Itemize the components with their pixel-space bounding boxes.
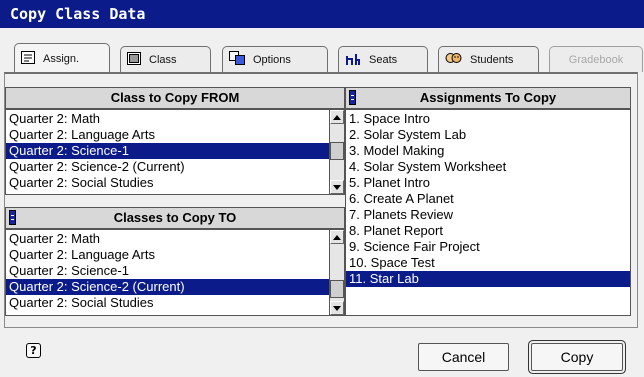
- arrow-up-icon: [333, 114, 341, 120]
- copy-to-list[interactable]: Quarter 2: Math Quarter 2: Language Arts…: [5, 229, 345, 316]
- copy-from-list[interactable]: Quarter 2: Math Quarter 2: Language Arts…: [5, 109, 345, 195]
- list-item[interactable]: 6. Create A Planet: [346, 191, 630, 207]
- help-icon: ?: [30, 344, 37, 357]
- list-item[interactable]: Quarter 2: Social Studies: [6, 295, 344, 311]
- assign-icon: [21, 50, 35, 67]
- list-item[interactable]: Quarter 2: Language Arts: [6, 127, 344, 143]
- scroll-thumb[interactable]: [330, 280, 344, 298]
- class-icon: [127, 51, 141, 68]
- copy-from-scrollbar[interactable]: [329, 110, 344, 194]
- copy-from-header-label: Class to Copy FROM: [110, 90, 240, 105]
- list-item[interactable]: Quarter 2: Math: [6, 231, 344, 247]
- tab-gradebook-label: Gradebook: [568, 53, 624, 66]
- list-item[interactable]: Quarter 2: Math: [6, 111, 344, 127]
- scroll-thumb[interactable]: [330, 142, 344, 160]
- assignments-header-label: Assignments To Copy: [419, 90, 557, 105]
- tab-class-label: Class: [149, 53, 177, 66]
- column-grip-icon[interactable]: [349, 90, 356, 105]
- tab-class[interactable]: Class: [120, 46, 211, 72]
- copy-from-header: Class to Copy FROM: [5, 87, 345, 109]
- list-item[interactable]: 4. Solar System Worksheet: [346, 159, 630, 175]
- options-icon: [229, 51, 245, 68]
- scroll-up-button[interactable]: [330, 230, 344, 244]
- tab-assign[interactable]: Assign.: [14, 43, 110, 73]
- list-item[interactable]: 1. Space Intro: [346, 111, 630, 127]
- list-item[interactable]: Quarter 2: Science-2 (Current): [6, 159, 344, 175]
- list-item[interactable]: 2. Solar System Lab: [346, 127, 630, 143]
- tab-gradebook[interactable]: Gradebook: [549, 46, 643, 72]
- list-item[interactable]: Quarter 2: Science-1: [6, 263, 344, 279]
- copy-to-header-label: Classes to Copy TO: [113, 210, 237, 225]
- cancel-button[interactable]: Cancel: [418, 343, 509, 371]
- tab-seats[interactable]: Seats: [338, 46, 428, 72]
- list-item[interactable]: 5. Planet Intro: [346, 175, 630, 191]
- students-icon: [445, 52, 462, 68]
- tab-students[interactable]: Students: [438, 46, 539, 72]
- seats-icon: [345, 52, 361, 68]
- tab-options[interactable]: Options: [222, 46, 328, 72]
- list-item-selected[interactable]: Quarter 2: Science-2 (Current): [6, 279, 344, 295]
- list-item[interactable]: Quarter 2: Language Arts: [6, 247, 344, 263]
- arrow-down-icon: [333, 184, 341, 190]
- scroll-down-button[interactable]: [330, 301, 344, 315]
- list-item-selected[interactable]: Quarter 2: Science-1: [6, 143, 344, 159]
- assignments-list[interactable]: 1. Space Intro 2. Solar System Lab 3. Mo…: [345, 109, 631, 316]
- assignments-header: Assignments To Copy: [345, 87, 631, 109]
- copy-to-scrollbar[interactable]: [329, 230, 344, 315]
- list-item-selected[interactable]: 11. Star Lab: [346, 271, 630, 287]
- list-item[interactable]: 8. Planet Report: [346, 223, 630, 239]
- column-grip-icon[interactable]: [9, 210, 16, 225]
- help-button[interactable]: ?: [26, 343, 41, 358]
- arrow-up-icon: [333, 234, 341, 240]
- copy-button[interactable]: Copy: [531, 343, 623, 371]
- list-item[interactable]: 10. Space Test: [346, 255, 630, 271]
- scroll-down-button[interactable]: [330, 180, 344, 194]
- list-item[interactable]: 7. Planets Review: [346, 207, 630, 223]
- arrow-down-icon: [333, 305, 341, 311]
- copy-to-header: Classes to Copy TO: [5, 207, 345, 229]
- tab-assign-label: Assign.: [43, 52, 80, 65]
- tab-students-label: Students: [470, 53, 514, 66]
- list-item[interactable]: 3. Model Making: [346, 143, 630, 159]
- list-item[interactable]: 9. Science Fair Project: [346, 239, 630, 255]
- tab-seats-label: Seats: [369, 53, 398, 66]
- scroll-up-button[interactable]: [330, 110, 344, 124]
- list-item[interactable]: Quarter 2: Social Studies: [6, 175, 344, 191]
- tab-options-label: Options: [253, 53, 291, 66]
- window-title: Copy Class Data: [0, 0, 644, 28]
